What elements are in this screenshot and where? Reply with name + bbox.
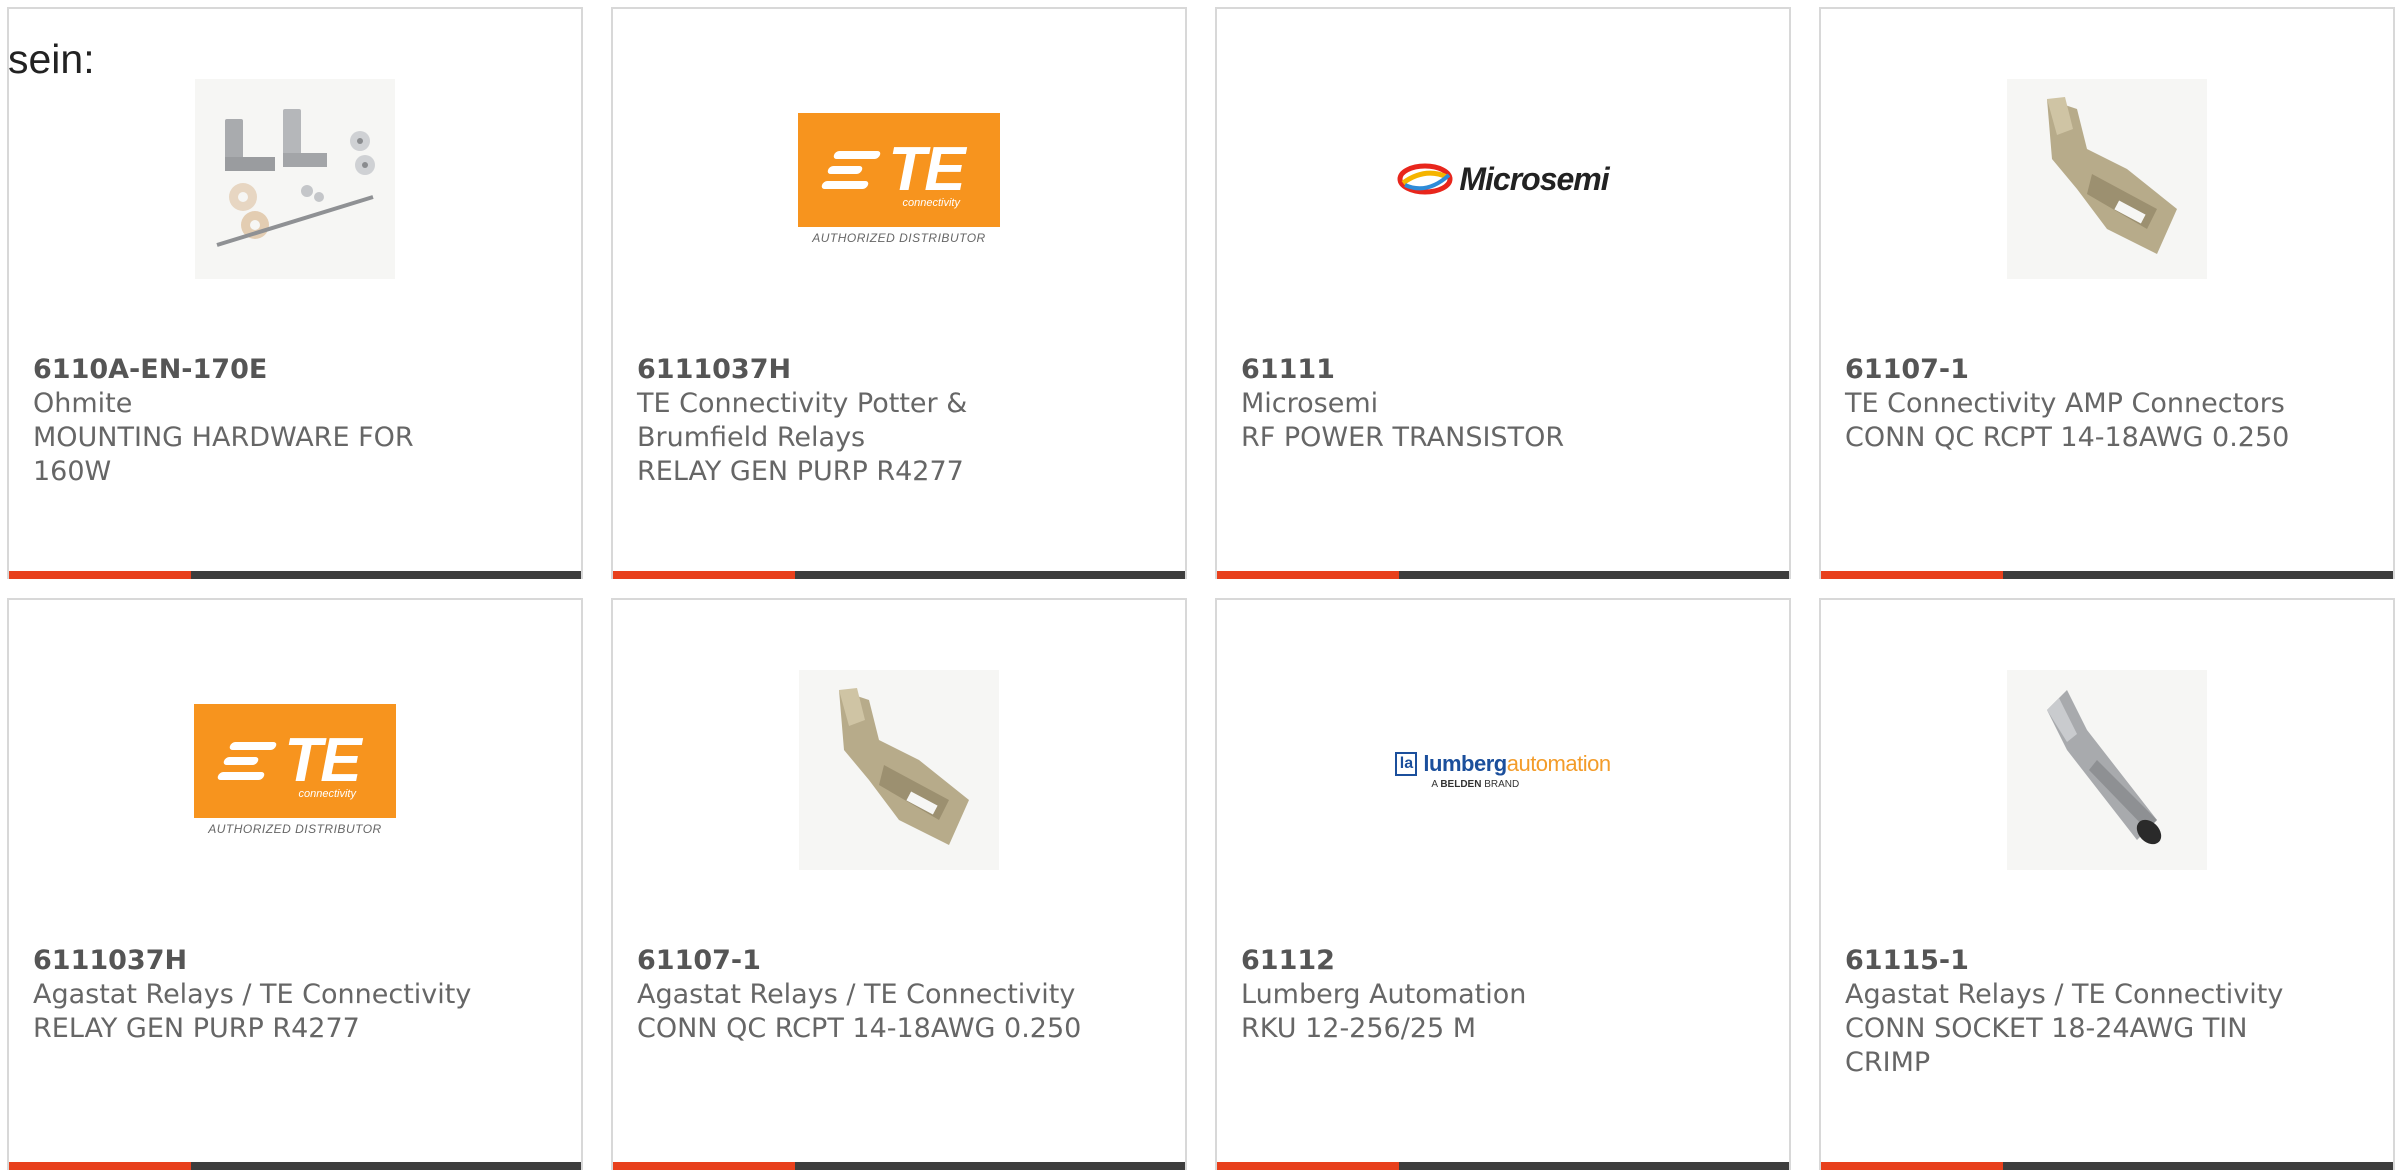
product-image[interactable]	[613, 670, 1185, 870]
card-accent-bar	[9, 571, 581, 579]
manufacturer: Agastat Relays / TE Connectivity	[1845, 979, 2284, 1010]
product-image[interactable]	[9, 79, 581, 279]
lead-text: sein:	[8, 36, 95, 82]
microsemi-swirl-icon	[1397, 163, 1453, 195]
product-info: 6111037H TE Connectivity Potter & Brumfi…	[637, 353, 1161, 489]
part-number[interactable]: 61107-1	[1845, 353, 2369, 387]
product-info: 6111037H Agastat Relays / TE Connectivit…	[33, 944, 557, 1046]
te-connectivity-logo: TE connectivity AUTHORIZED DISTRIBUTOR	[193, 704, 397, 836]
description: CONN QC RCPT 14-18AWG 0.250	[1845, 422, 2290, 453]
manufacturer: TE Connectivity AMP Connectors	[1845, 388, 2285, 419]
crimp-socket-contact-photo	[2007, 670, 2207, 870]
manufacturer: Agastat Relays / TE Connectivity	[637, 979, 1076, 1010]
description: CONN SOCKET 18-24AWG TIN CRIMP	[1845, 1013, 2248, 1078]
manufacturer: Ohmite	[33, 388, 133, 419]
part-number[interactable]: 61112	[1241, 944, 1765, 978]
part-number[interactable]: 6111037H	[637, 353, 1161, 387]
description: RKU 12-256/25 M	[1241, 1013, 1477, 1044]
quick-connect-receptacle-photo	[2007, 79, 2207, 279]
lumberg-automation-logo: la lumbergautomation A BELDEN BRAND	[1395, 751, 1611, 790]
description: RELAY GEN PURP R4277	[33, 1013, 360, 1044]
card-accent-bar	[1821, 1162, 2393, 1170]
quick-connect-receptacle-photo	[799, 670, 999, 870]
product-card[interactable]: TE connectivity AUTHORIZED DISTRIBUTOR 6…	[611, 7, 1187, 579]
card-accent-bar	[1217, 1162, 1789, 1170]
description: RELAY GEN PURP R4277	[637, 456, 964, 487]
product-info: 61115-1 Agastat Relays / TE Connectivity…	[1845, 944, 2369, 1080]
part-number[interactable]: 61115-1	[1845, 944, 2369, 978]
part-number[interactable]: 6110A-EN-170E	[33, 353, 557, 387]
product-image[interactable]	[1821, 670, 2393, 870]
description: CONN QC RCPT 14-18AWG 0.250	[637, 1013, 1082, 1044]
product-image[interactable]: TE connectivity AUTHORIZED DISTRIBUTOR	[613, 79, 1185, 279]
microsemi-logo: Microsemi	[1397, 161, 1610, 198]
product-card[interactable]: la lumbergautomation A BELDEN BRAND 6111…	[1215, 598, 1791, 1170]
card-accent-bar	[9, 1162, 581, 1170]
description: RF POWER TRANSISTOR	[1241, 422, 1565, 453]
description: MOUNTING HARDWARE FOR 160W	[33, 422, 414, 487]
te-connectivity-logo: TE connectivity AUTHORIZED DISTRIBUTOR	[797, 113, 1001, 245]
manufacturer: Microsemi	[1241, 388, 1379, 419]
product-image[interactable]	[1821, 79, 2393, 279]
product-info: 61111 Microsemi RF POWER TRANSISTOR	[1241, 353, 1765, 455]
mounting-hardware-photo	[195, 79, 395, 279]
card-accent-bar	[613, 1162, 1185, 1170]
card-accent-bar	[613, 571, 1185, 579]
part-number[interactable]: 61107-1	[637, 944, 1161, 978]
manufacturer: Agastat Relays / TE Connectivity	[33, 979, 472, 1010]
product-card[interactable]: Microsemi 61111 Microsemi RF POWER TRANS…	[1215, 7, 1791, 579]
product-card[interactable]: 61107-1 TE Connectivity AMP Connectors C…	[1819, 7, 2395, 579]
manufacturer: Lumberg Automation	[1241, 979, 1527, 1010]
card-accent-bar	[1217, 571, 1789, 579]
product-info: 61107-1 TE Connectivity AMP Connectors C…	[1845, 353, 2369, 455]
product-image[interactable]: Microsemi	[1217, 79, 1789, 279]
product-info: 61112 Lumberg Automation RKU 12-256/25 M	[1241, 944, 1765, 1046]
product-card[interactable]: 61115-1 Agastat Relays / TE Connectivity…	[1819, 598, 2395, 1170]
part-number[interactable]: 6111037H	[33, 944, 557, 978]
product-info: 6110A-EN-170E Ohmite MOUNTING HARDWARE F…	[33, 353, 557, 489]
part-number[interactable]: 61111	[1241, 353, 1765, 387]
product-image[interactable]: la lumbergautomation A BELDEN BRAND	[1217, 670, 1789, 870]
product-card[interactable]: TE connectivity AUTHORIZED DISTRIBUTOR 6…	[7, 598, 583, 1170]
product-card[interactable]: 6110A-EN-170E Ohmite MOUNTING HARDWARE F…	[7, 7, 583, 579]
product-card[interactable]: 61107-1 Agastat Relays / TE Connectivity…	[611, 598, 1187, 1170]
product-image[interactable]: TE connectivity AUTHORIZED DISTRIBUTOR	[9, 670, 581, 870]
product-info: 61107-1 Agastat Relays / TE Connectivity…	[637, 944, 1161, 1046]
manufacturer: TE Connectivity Potter & Brumfield Relay…	[637, 388, 968, 453]
card-accent-bar	[1821, 571, 2393, 579]
